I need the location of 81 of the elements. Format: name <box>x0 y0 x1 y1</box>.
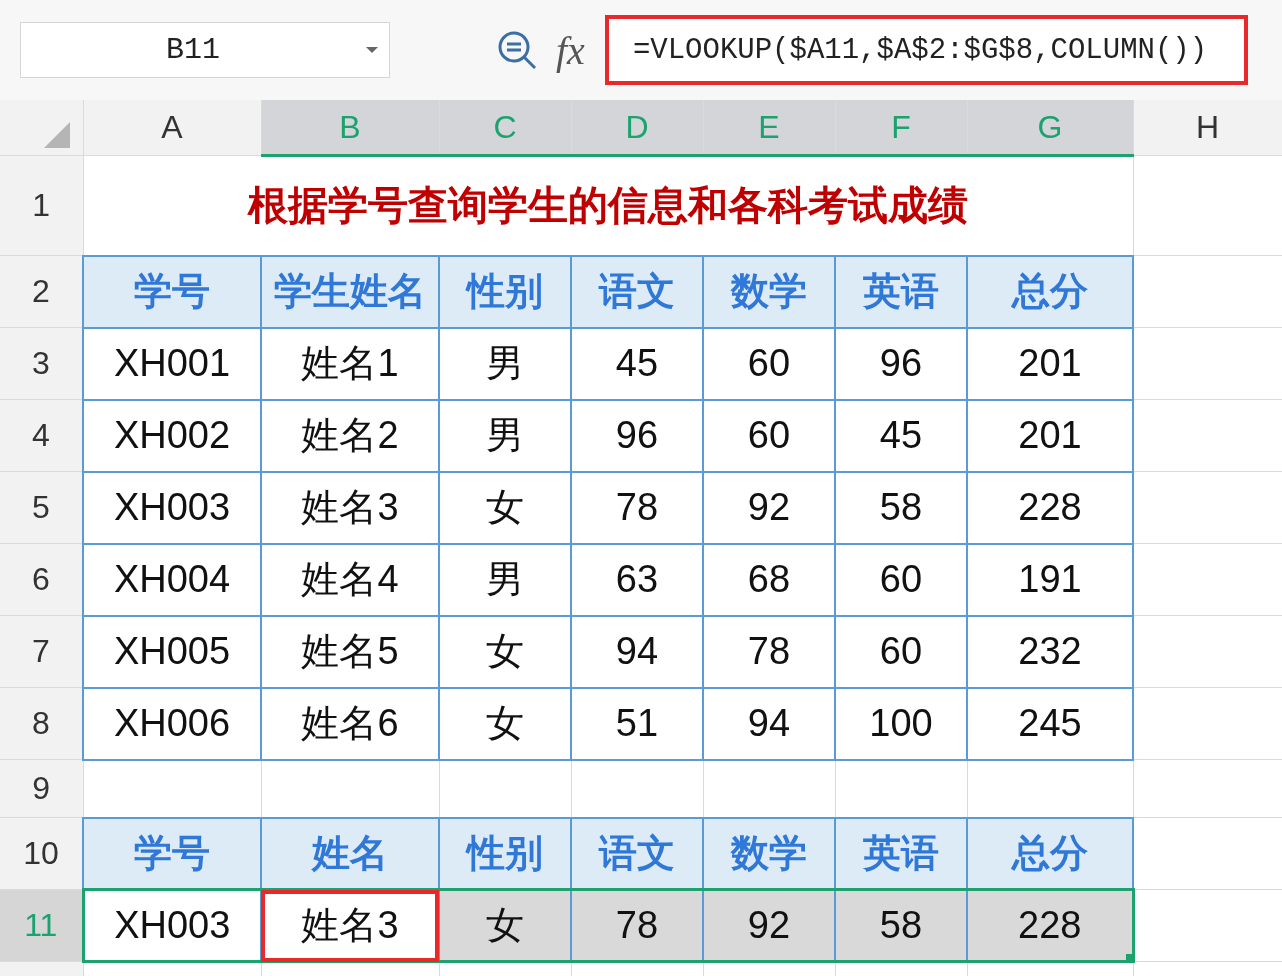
column-header-label: 性别 <box>439 817 571 890</box>
column-header[interactable]: H <box>1133 100 1282 156</box>
table-cell: 94 <box>703 687 835 760</box>
table-cell: 92 <box>703 889 835 962</box>
row-header[interactable]: 2 <box>0 255 83 328</box>
column-header-label: 英语 <box>835 817 967 890</box>
row-header[interactable]: 6 <box>0 543 83 616</box>
column-header-label: 学生姓名 <box>261 255 439 328</box>
table-cell: 女 <box>439 471 571 544</box>
column-header-label: 姓名 <box>261 817 439 890</box>
column-header-label: 总分 <box>967 255 1133 328</box>
table-cell: 94 <box>571 615 703 688</box>
column-header-label: 英语 <box>835 255 967 328</box>
column-header[interactable]: A <box>83 100 261 156</box>
row-header[interactable]: 7 <box>0 615 83 688</box>
table-cell: 96 <box>835 327 967 400</box>
table-cell: 232 <box>967 615 1133 688</box>
column-header-label: 数学 <box>703 817 835 890</box>
row-header[interactable]: 5 <box>0 471 83 544</box>
table-cell: 60 <box>703 399 835 472</box>
table-cell: 63 <box>571 543 703 616</box>
table-cell: 女 <box>439 889 571 962</box>
column-header-label: 语文 <box>571 817 703 890</box>
table-cell: 姓名3 <box>261 471 439 544</box>
table-cell: XH006 <box>83 687 261 760</box>
table-cell: 78 <box>571 471 703 544</box>
magnifier-icon[interactable] <box>496 29 538 71</box>
table-cell: 男 <box>439 327 571 400</box>
row-header[interactable]: 3 <box>0 327 83 400</box>
row-header[interactable]: 9 <box>0 759 83 818</box>
row-header[interactable]: 10 <box>0 817 83 890</box>
column-header-label: 学号 <box>83 817 261 890</box>
table-cell: 女 <box>439 615 571 688</box>
table-cell: 78 <box>703 615 835 688</box>
table-cell: 姓名3 <box>261 889 439 962</box>
table-cell: 191 <box>967 543 1133 616</box>
sheet-title: 根据学号查询学生的信息和各科考试成绩 <box>83 155 1133 256</box>
table-cell: 201 <box>967 399 1133 472</box>
table-cell: 60 <box>703 327 835 400</box>
table-cell: 姓名4 <box>261 543 439 616</box>
table-cell: 68 <box>703 543 835 616</box>
table-cell: XH004 <box>83 543 261 616</box>
column-header-label: 性别 <box>439 255 571 328</box>
table-cell: 100 <box>835 687 967 760</box>
table-cell: 45 <box>835 399 967 472</box>
column-header-label: 总分 <box>967 817 1133 890</box>
column-header-label: 数学 <box>703 255 835 328</box>
table-cell: 60 <box>835 543 967 616</box>
table-cell: 58 <box>835 889 967 962</box>
table-cell: 姓名1 <box>261 327 439 400</box>
table-cell: 姓名5 <box>261 615 439 688</box>
row-header[interactable]: 1 <box>0 155 83 256</box>
table-cell: 姓名2 <box>261 399 439 472</box>
table-cell: XH001 <box>83 327 261 400</box>
table-cell: 男 <box>439 543 571 616</box>
table-cell: 96 <box>571 399 703 472</box>
table-cell: 45 <box>571 327 703 400</box>
table-cell: XH003 <box>83 471 261 544</box>
table-cell: 51 <box>571 687 703 760</box>
table-cell: XH002 <box>83 399 261 472</box>
table-cell: 78 <box>571 889 703 962</box>
row-header[interactable]: 4 <box>0 399 83 472</box>
table-cell: XH003 <box>83 889 261 962</box>
caret-icon[interactable] <box>365 46 379 54</box>
table-cell: 92 <box>703 471 835 544</box>
table-cell: 女 <box>439 687 571 760</box>
table-cell: 201 <box>967 327 1133 400</box>
name-box[interactable]: B11 <box>20 22 390 78</box>
table-cell: 60 <box>835 615 967 688</box>
table-cell: 228 <box>967 471 1133 544</box>
column-header-label: 学号 <box>83 255 261 328</box>
table-cell: 228 <box>967 889 1133 962</box>
table-cell: 245 <box>967 687 1133 760</box>
table-cell: 58 <box>835 471 967 544</box>
table-cell: 男 <box>439 399 571 472</box>
formula-field[interactable]: =VLOOKUP($A11,$A$2:$G$8,COLUMN()) <box>604 15 1248 85</box>
column-header-label: 语文 <box>571 255 703 328</box>
table-cell: 姓名6 <box>261 687 439 760</box>
function-label[interactable]: fx <box>556 26 585 74</box>
row-header[interactable]: 8 <box>0 687 83 760</box>
table-cell: XH005 <box>83 615 261 688</box>
